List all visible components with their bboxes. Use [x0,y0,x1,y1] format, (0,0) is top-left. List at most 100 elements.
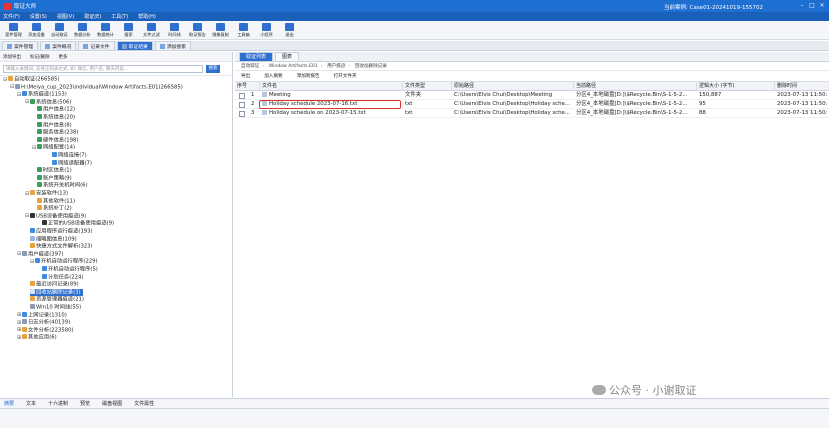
tab-forensic-list[interactable]: 取证列表 [239,52,274,61]
data-analysis-button[interactable]: 数据分析 [71,21,94,40]
tree-node[interactable]: 服务信息(238) [37,129,78,137]
tree-node[interactable]: ⊟ 自动取证(266585) [3,76,60,84]
report-button[interactable]: 取证报告 [186,21,209,40]
tree-node[interactable]: 计划任务(224) [42,273,83,282]
tree-node[interactable]: 系统补丁(2) [37,205,72,213]
tab-hex[interactable]: 十六进制 [48,400,68,407]
tab-summary[interactable]: 摘要 [4,400,14,407]
toolbox-button[interactable]: 工具箱 [232,21,255,40]
tree-node[interactable]: 账户策略(9) [37,174,72,183]
table-row[interactable]: 2 Holiday schedule 2023-07-16.txt txt C:… [235,100,829,109]
file-filter-button[interactable]: 文件过滤 [140,21,163,40]
menu-view[interactable]: 视图(V) [57,13,74,20]
menu-forensics[interactable]: 取证(E) [84,13,101,20]
tree-node[interactable]: ⊟ 安装软件(13) [25,190,68,198]
file-icon [22,326,27,332]
breadcrumb-item[interactable]: Window Artifacts.E01 [269,64,318,69]
tree-node[interactable]: 最近访问记录(89) [30,281,79,289]
tab-text[interactable]: 文本 [26,400,36,407]
tab-forensic-result[interactable]: 取证结果 [116,41,153,50]
column-header[interactable]: 原始路径 [452,82,574,91]
menu-settings[interactable]: 设置(S) [30,13,47,20]
column-header[interactable]: 文件类型 [403,82,452,91]
table-row[interactable]: 3 Holiday schedule on 2023-07-15.txt txt… [235,109,829,118]
menu-file[interactable]: 文件(F) [3,13,20,20]
tree-node[interactable]: 系统开关机时间(6) [37,182,88,190]
tree-node[interactable]: 网络连接(7) [52,152,87,160]
tree-node[interactable]: ⊟ 开机自动运行程序(229) [30,258,98,266]
mark-delete-button[interactable]: 标记/删除 [30,54,50,60]
breadcrumb-item[interactable]: 回收站删除记录 [355,64,387,69]
tree-search-button[interactable]: 搜索 [206,65,220,73]
open-folder-button[interactable]: 打开文件夹 [334,73,357,79]
export-button[interactable]: 导出 [241,73,250,79]
tree-node[interactable]: 时区信息(1) [37,167,72,175]
tree-search-input[interactable]: 请输入关键词, 支持正则表达式, 如: 微信, 用户名, 聊天内容... [3,65,203,73]
tab-add-search[interactable]: 添加搜索 [154,41,192,50]
tree-node[interactable]: 硬件信息(198) [37,136,78,145]
tab-label: 记录文件 [90,44,110,50]
tree-node[interactable]: 资源管理器痕迹(21) [30,296,84,304]
tree-node[interactable]: ⊞ 其他应用(6) [17,334,57,342]
add-report-button[interactable]: 添加到报告 [297,73,320,79]
tree-node[interactable]: 系统信息(20) [37,114,75,122]
breadcrumb-item[interactable]: 用户痕迹 [327,64,345,69]
timeline-button[interactable]: 时间线 [163,21,186,40]
tree-node[interactable]: ⊟ 用户痕迹(397) [17,250,63,259]
image-copy-button[interactable]: 镜像复制 [209,21,232,40]
row-checkbox[interactable] [239,110,245,117]
tree-node[interactable]: ⊟ 网络配置(14) [32,144,75,152]
tree-node[interactable]: ⊟ H:\Meiya_cup_2023\individual\Window Art… [10,83,183,92]
tab-record-file[interactable]: 记录文件 [78,41,115,50]
table-row[interactable]: 1 Meeting 文件夹 C:\Users\Elvis Chui\Deskto… [235,91,829,100]
tree-node[interactable]: 用户信息(12) [37,106,75,114]
tree-node[interactable]: 网络适配器(7) [52,159,92,168]
tree-node[interactable]: 应用程序运行痕迹(193) [30,228,93,236]
tab-disk-view[interactable]: 磁盘视图 [102,400,122,407]
tree-node[interactable]: ⊟ USB设备使用痕迹(9) [25,212,86,221]
tree-node[interactable]: ⊟ 系统痕迹(1153) [17,91,67,99]
add-export-button[interactable]: 添加导出 [3,54,21,60]
tree-node[interactable]: ⊞ 上网记录(1310) [17,311,67,320]
tab-chart[interactable]: 图表 [275,52,300,61]
tree-node[interactable]: ⊞ 日志分析(40139) [17,319,70,327]
tab-case-overview[interactable]: 案件概况 [40,41,77,50]
tree-node[interactable]: 开机自动运行程序(5) [42,266,98,274]
tree-node[interactable]: ⊟ 系统信息(506) [25,98,71,107]
tree-node[interactable]: 快捷方式文件解析(323) [30,243,93,251]
tree-node-recycle-bin[interactable]: 回收站删除记录(3) [30,288,83,297]
tab-file-properties[interactable]: 文件属性 [134,400,154,407]
column-header[interactable]: 逻辑大小 (字节) [697,82,775,91]
add-summary-button[interactable]: 加入摘要 [264,73,282,79]
tree-node[interactable]: 正常的USB设备使用痕迹(9) [42,220,114,228]
menu-help[interactable]: 帮助(H) [138,13,156,20]
close-icon[interactable]: × [818,2,826,10]
add-device-button[interactable]: 添加设备 [25,21,48,40]
maximize-icon[interactable]: □ [808,2,816,10]
menu-tools[interactable]: 工具(T) [111,13,128,20]
row-checkbox[interactable] [239,92,245,99]
column-header[interactable]: 序号 [235,82,260,91]
tab-preview[interactable]: 预览 [80,400,90,407]
tree-node[interactable]: ⊞ 文件分析(223580) [17,326,74,335]
tree-node[interactable]: 缩略图信息(109) [30,235,77,244]
tree-search-row: 请输入关键词, 支持正则表达式, 如: 微信, 用户名, 聊天内容... 搜索 [0,62,232,76]
auto-forensics-button[interactable]: 自动取证 [48,21,71,40]
data-stats-button[interactable]: 数据统计 [94,21,117,40]
search-button[interactable]: 搜索 [117,21,140,40]
tree-node[interactable]: 其他软件(11) [37,197,75,206]
tree-node[interactable]: Win10 时间线(55) [30,304,81,312]
tab-case-manage[interactable]: 案件管理 [2,41,39,50]
mini-program-button[interactable]: 小程序 [255,21,278,40]
minimize-icon[interactable]: – [798,2,806,10]
tree-node[interactable]: 用户信息(8) [37,121,72,130]
case-manage-button[interactable]: 案件管理 [2,21,25,40]
exit-button[interactable]: 退出 [278,21,301,40]
breadcrumb-item[interactable]: 自动取证 [241,64,259,69]
column-header[interactable]: 删除时间 [775,82,829,91]
column-header[interactable]: 文件名 [260,82,403,91]
column-header[interactable]: 当前路径 [574,82,697,91]
more-button[interactable]: 更多 [59,54,68,60]
tab-icon [121,43,127,49]
row-checkbox[interactable] [239,101,245,108]
